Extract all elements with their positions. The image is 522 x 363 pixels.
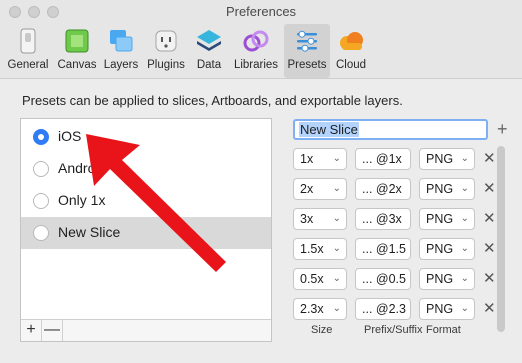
annotation-arrow-icon: [86, 134, 226, 272]
